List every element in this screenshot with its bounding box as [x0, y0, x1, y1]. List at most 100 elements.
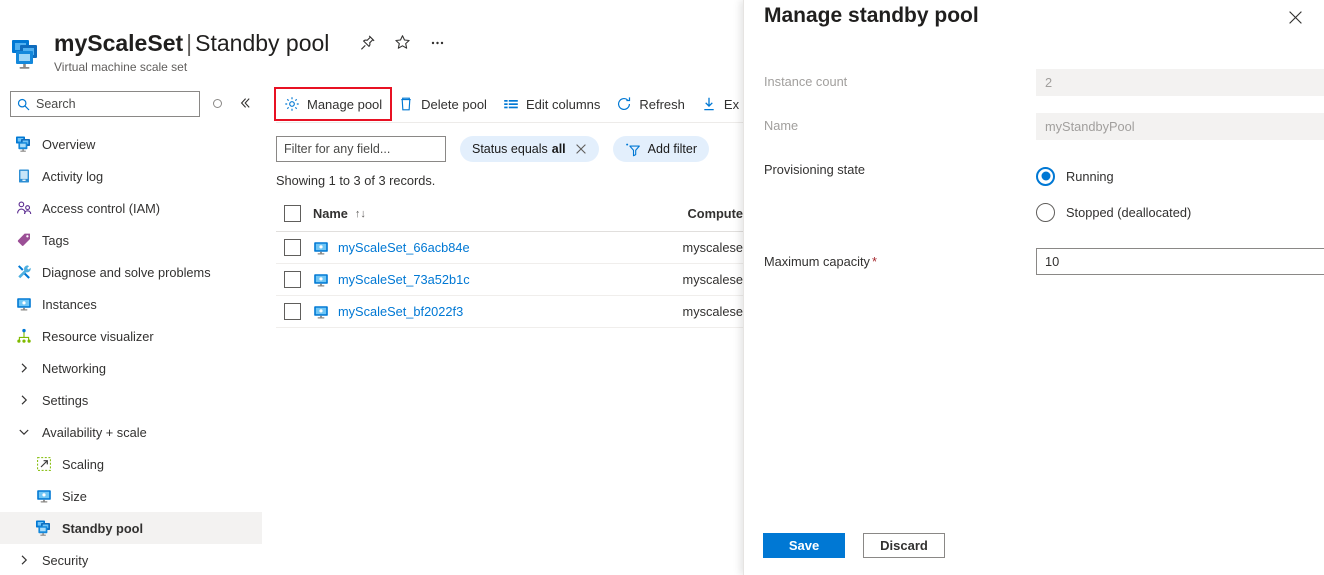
- sort-icon[interactable]: ↑↓: [355, 208, 366, 220]
- row-name-link[interactable]: myScaleSet_73a52b1c: [338, 272, 470, 287]
- close-icon[interactable]: [575, 143, 587, 155]
- row-compute-cell: myscalese: [682, 304, 743, 319]
- row-checkbox[interactable]: [284, 239, 301, 256]
- command-bar: Manage pool Delete pool Edit columns Ref…: [273, 87, 743, 121]
- sidebar-nav-list: Overview Activity log Access control (IA…: [0, 128, 262, 575]
- pin-icon[interactable]: [358, 33, 376, 51]
- sidebar-item-settings[interactable]: Settings: [0, 384, 262, 416]
- refresh-icon: [616, 96, 632, 112]
- provisioning-state-radio-group: Running Stopped (deallocated): [1036, 165, 1324, 237]
- tag-icon: [16, 232, 32, 248]
- column-header-name[interactable]: Name ↑↓: [313, 206, 688, 221]
- table-row[interactable]: myScaleSet_bf2022f3 myscalese: [276, 296, 743, 328]
- resource-name: myScaleSet: [54, 30, 184, 56]
- add-filter-button[interactable]: Add filter: [612, 136, 709, 162]
- delete-pool-button[interactable]: Delete pool: [390, 89, 495, 119]
- save-button[interactable]: Save: [763, 533, 845, 558]
- blade-action-buttons: Save Discard: [763, 533, 945, 558]
- radio-button-unselected-icon[interactable]: [1036, 202, 1055, 222]
- table-row[interactable]: myScaleSet_73a52b1c myscalese: [276, 264, 743, 296]
- filter-any-field-input[interactable]: [284, 142, 439, 156]
- sidebar-item-label: Activity log: [42, 168, 104, 184]
- sidebar-item-availability-scale[interactable]: Availability + scale: [0, 416, 262, 448]
- sidebar-item-security[interactable]: Security: [0, 544, 262, 575]
- discard-button[interactable]: Discard: [863, 533, 945, 558]
- sidebar-search-row: [10, 91, 262, 117]
- row-checkbox[interactable]: [284, 303, 301, 320]
- app-root: myScaleSet | Standby pool Virtual machine …: [0, 0, 1324, 575]
- monitor-icon: [313, 272, 329, 288]
- ellipsis-icon[interactable]: [428, 33, 446, 51]
- scale-set-icon: [36, 520, 52, 536]
- columns-icon: [503, 96, 519, 112]
- column-header-name-label: Name: [313, 206, 348, 221]
- sidebar-item-label: Security: [42, 552, 89, 568]
- sidebar-item-standby-pool[interactable]: Standby pool: [0, 512, 262, 544]
- row-name-link[interactable]: myScaleSet_66acb84e: [338, 240, 470, 255]
- sidebar-item-label: Size: [62, 488, 87, 504]
- sidebar-item-label: Tags: [42, 232, 70, 248]
- download-icon: [701, 96, 717, 112]
- radio-option-running[interactable]: Running: [1036, 165, 1324, 187]
- radio-option-label: Running: [1066, 168, 1114, 184]
- monitor-icon: [313, 240, 329, 256]
- sidebar-item-networking[interactable]: Networking: [0, 352, 262, 384]
- scale-set-icon: [16, 136, 32, 152]
- sidebar-refresh-dot-icon[interactable]: [213, 99, 222, 108]
- close-icon[interactable]: [1283, 5, 1307, 29]
- sidebar-item-resource-visualizer[interactable]: Resource visualizer: [0, 320, 262, 352]
- resource-header: myScaleSet | Standby pool Virtual machine …: [0, 0, 743, 85]
- azure-portal-content: myScaleSet | Standby pool Virtual machine …: [0, 0, 743, 575]
- sidebar-item-access-control[interactable]: Access control (IAM): [0, 192, 262, 224]
- chevron-right-icon: [16, 392, 32, 408]
- required-marker: *: [871, 254, 877, 269]
- instance-count-field: [1036, 69, 1324, 96]
- radio-button-selected-icon[interactable]: [1036, 166, 1055, 186]
- sidebar-item-diagnose[interactable]: Diagnose and solve problems: [0, 256, 262, 288]
- collapse-sidebar-icon[interactable]: [237, 95, 253, 111]
- table-row[interactable]: myScaleSet_66acb84e myscalese: [276, 232, 743, 264]
- wrench-icon: [16, 264, 32, 280]
- refresh-button[interactable]: Refresh: [608, 89, 693, 119]
- resource-menu-sidebar: Overview Activity log: [0, 88, 262, 575]
- sidebar-item-activity-log[interactable]: Activity log: [0, 160, 262, 192]
- chevron-right-icon: [16, 360, 32, 376]
- filter-input-wrapper[interactable]: [276, 136, 446, 162]
- export-label: Ex: [723, 96, 740, 112]
- instance-count-input: [1036, 69, 1324, 96]
- sidebar-item-label: Instances: [42, 296, 97, 312]
- search-input-wrapper[interactable]: [10, 91, 200, 117]
- column-header-compute[interactable]: Compute: [688, 206, 743, 221]
- activity-log-icon: [16, 168, 32, 184]
- sidebar-item-label: Networking: [42, 360, 107, 376]
- search-icon: [17, 98, 30, 111]
- search-input[interactable]: [36, 97, 186, 111]
- row-checkbox[interactable]: [284, 271, 301, 288]
- select-all-checkbox[interactable]: [284, 205, 301, 222]
- chevron-right-icon: [16, 552, 32, 568]
- export-button[interactable]: Ex: [693, 89, 743, 119]
- edit-columns-button[interactable]: Edit columns: [495, 89, 608, 119]
- sidebar-item-label: Access control (IAM): [42, 200, 161, 216]
- star-icon[interactable]: [393, 33, 411, 51]
- refresh-label: Refresh: [639, 96, 685, 112]
- name-input: [1036, 113, 1324, 140]
- maximum-capacity-field: [1036, 248, 1324, 275]
- monitor-icon: [36, 488, 52, 504]
- status-filter-value: all: [551, 142, 566, 156]
- row-compute-cell: myscalese: [682, 272, 743, 287]
- sidebar-item-scaling[interactable]: Scaling: [0, 448, 262, 480]
- sidebar-item-label: Standby pool: [62, 520, 144, 536]
- sidebar-item-size[interactable]: Size: [0, 480, 262, 512]
- standby-pool-content: Manage pool Delete pool Edit columns Ref…: [273, 87, 743, 575]
- sidebar-item-tags[interactable]: Tags: [0, 224, 262, 256]
- maximum-capacity-input[interactable]: [1036, 248, 1324, 275]
- sidebar-item-overview[interactable]: Overview: [0, 128, 262, 160]
- gear-icon: [284, 96, 300, 112]
- row-compute-cell: myscalese: [682, 240, 743, 255]
- radio-option-stopped-deallocated[interactable]: Stopped (deallocated): [1036, 201, 1324, 223]
- sidebar-item-instances[interactable]: Instances: [0, 288, 262, 320]
- status-filter-pill[interactable]: Status equals all: [460, 136, 599, 162]
- row-name-link[interactable]: myScaleSet_bf2022f3: [338, 304, 463, 319]
- manage-pool-button[interactable]: Manage pool: [273, 87, 393, 121]
